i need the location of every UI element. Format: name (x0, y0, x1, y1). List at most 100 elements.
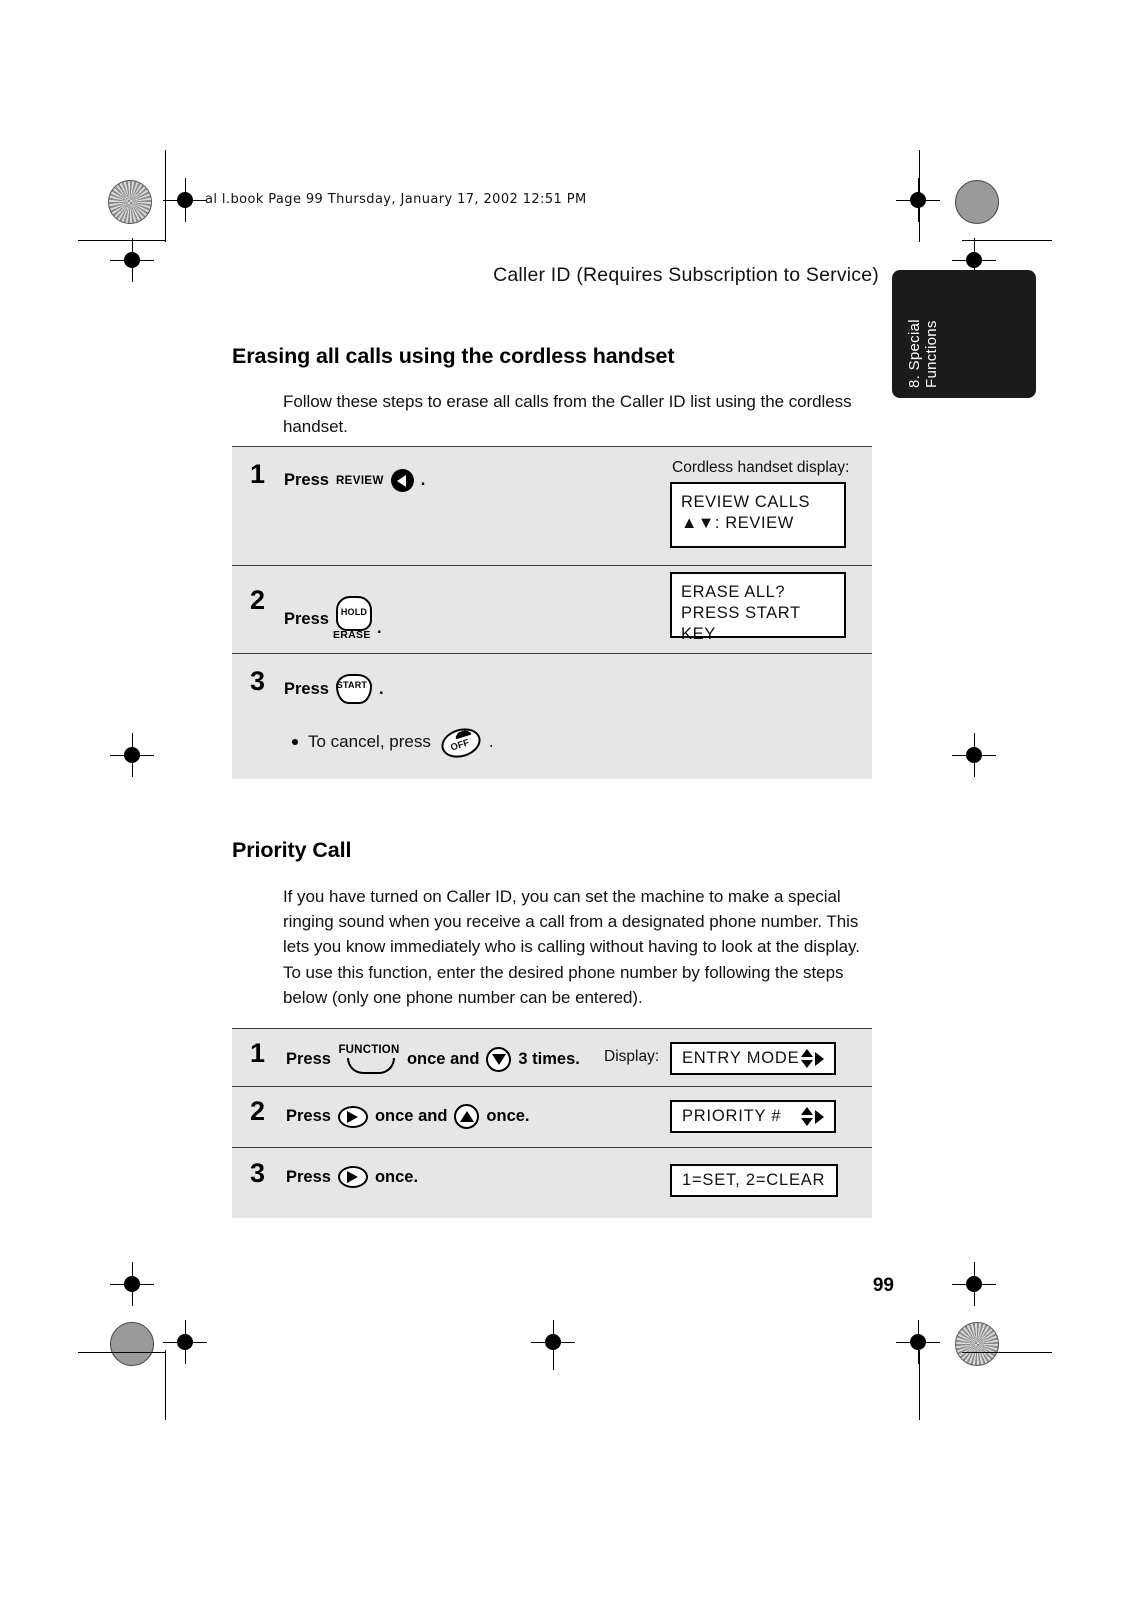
registration-cross-bottom-right (896, 1320, 940, 1364)
registration-cross-top-left (163, 178, 207, 222)
tail-text: once. (486, 1107, 530, 1125)
priority-paragraph-2: To use this function, enter the desired … (283, 963, 844, 1007)
crop-mark-bottom-left-h (78, 1352, 166, 1353)
step-divider (232, 446, 872, 447)
step-number: 2 (250, 585, 266, 615)
function-key-label: FUNCTION (338, 1044, 400, 1056)
lcd-line: ▲▼: REVIEW (681, 514, 794, 532)
step-period: . (376, 619, 382, 637)
crop-mark-top-right-v (919, 150, 920, 242)
page-number: 99 (872, 1275, 894, 1296)
tail-text: once. (374, 1167, 419, 1186)
hold-erase-key-icon: HOLD ERASE (332, 596, 372, 642)
step-divider (232, 1028, 872, 1029)
tail-text: 3 times. (518, 1049, 580, 1068)
review-key-label: REVIEW (335, 474, 384, 487)
step-period: . (378, 679, 384, 698)
registration-cross-left-upper (110, 238, 154, 282)
section-title-priority-call: Priority Call (232, 838, 352, 862)
lcd-display-step-1: REVIEW CALLS ▲▼: REVIEW (670, 482, 846, 548)
press-label: Press (286, 1167, 331, 1186)
off-key-icon: OFF (437, 723, 485, 763)
step-number: 1 (250, 459, 266, 489)
start-key-label: START (336, 680, 368, 690)
crop-mark-bottom-right-v (919, 1350, 920, 1420)
lcd-line: ERASE ALL? (681, 583, 786, 601)
step-instruction-3: Press START . (284, 674, 384, 704)
up-down-right-arrows-icon (800, 1048, 824, 1070)
priority-paragraph-1: If you have turned on Caller ID, you can… (283, 887, 860, 956)
down-triangle-circle-key-icon (486, 1046, 512, 1072)
press-label: Press (286, 1049, 331, 1068)
chapter-tab-label: 8. Special Functions (906, 319, 940, 388)
start-key-icon: START (335, 674, 372, 704)
erase-key-label: ERASE (332, 629, 371, 641)
registration-cross-right-lower (952, 1262, 996, 1306)
step-number: 3 (250, 1158, 266, 1188)
step-divider (232, 653, 872, 654)
book-file-header: al l.book Page 99 Thursday, January 17, … (205, 192, 587, 207)
function-key-icon: FUNCTION (338, 1044, 400, 1074)
display-caption-cordless: Cordless handset display: (672, 459, 850, 476)
up-down-right-arrows-icon (800, 1106, 824, 1128)
press-label: Press (286, 1107, 331, 1125)
step-number: 1 (250, 1038, 266, 1068)
registration-cross-right-mid (952, 733, 996, 777)
right-arrow-oval-key-icon (337, 1105, 368, 1128)
step-divider (232, 565, 872, 566)
right-arrow-oval-key-icon (337, 1166, 368, 1188)
manual-page: al l.book Page 99 Thursday, January 17, … (0, 0, 1131, 1600)
step-period: . (488, 732, 494, 751)
press-label: Press (284, 679, 329, 698)
bullet-icon (292, 739, 298, 745)
running-head: Caller ID (Requires Subscription to Serv… (493, 264, 879, 286)
step-instruction-2: Press HOLD ERASE . (284, 596, 382, 642)
registration-cross-left-lower (110, 1262, 154, 1306)
step-instruction-1: Press REVIEW . (284, 469, 425, 492)
mid-text: once and (374, 1107, 448, 1125)
step-number: 2 (250, 1096, 266, 1126)
press-label: Press (284, 471, 329, 489)
step-period: . (420, 471, 426, 489)
priority-step-instruction-2: Press once and once. (286, 1104, 530, 1129)
registration-ring-top-left (108, 180, 152, 224)
lcd-display-step-2: ERASE ALL? PRESS START KEY (670, 572, 846, 643)
lcd-value: 1=SET, 2=CLEAR (682, 1171, 826, 1189)
crop-mark-bottom-center-v (553, 1330, 554, 1370)
crop-mark-bottom-left-v (165, 1350, 166, 1420)
chapter-tab: 8. Special Functions (892, 270, 1036, 398)
step-number: 3 (250, 666, 266, 696)
display-caption-priority: Display: (604, 1048, 660, 1065)
crop-mark-top-right-h (962, 240, 1052, 241)
registration-cross-bottom-left (163, 1320, 207, 1364)
cancel-note-text: To cancel, press (308, 732, 431, 751)
step-divider (232, 1147, 872, 1148)
press-label: Press (284, 609, 329, 628)
lcd-value: PRIORITY # (682, 1107, 782, 1125)
step-divider (232, 1086, 872, 1087)
lcd-line: PRESS START KEY (681, 604, 801, 643)
left-triangle-circle-key-icon (390, 469, 414, 492)
crop-mark-top-left-h (78, 240, 166, 241)
steps-block-erasing: 1 Press REVIEW . Cordless handset displa… (232, 446, 872, 779)
registration-ring-bottom-left (110, 1322, 154, 1366)
lcd-display-priority-step-2: PRIORITY # (670, 1100, 836, 1133)
lcd-line: REVIEW CALLS (681, 493, 811, 511)
section-intro-erasing: Follow these steps to erase all calls fr… (283, 392, 852, 436)
hold-key-label: HOLD (340, 607, 368, 617)
lcd-value: ENTRY MODE (682, 1049, 800, 1067)
priority-step-instruction-1: Press FUNCTION once and 3 times. (286, 1044, 580, 1074)
registration-ring-bottom-right (955, 1322, 999, 1366)
lcd-display-priority-step-1: ENTRY MODE (670, 1042, 836, 1075)
priority-step-instruction-3: Press once. (286, 1166, 418, 1188)
registration-cross-left-mid (110, 733, 154, 777)
crop-mark-top-left-v (165, 150, 166, 242)
steps-block-priority: 1 Press FUNCTION once and 3 times. Displ… (232, 1028, 872, 1218)
cancel-note: To cancel, press OFF . (292, 723, 494, 763)
crop-mark-bottom-right-h (962, 1352, 1052, 1353)
mid-text: once and (406, 1049, 480, 1068)
section-title-erasing: Erasing all calls using the cordless han… (232, 344, 675, 368)
registration-ring-top-right (955, 180, 999, 224)
registration-cross-top-right (896, 178, 940, 222)
up-triangle-circle-key-icon (454, 1104, 480, 1129)
